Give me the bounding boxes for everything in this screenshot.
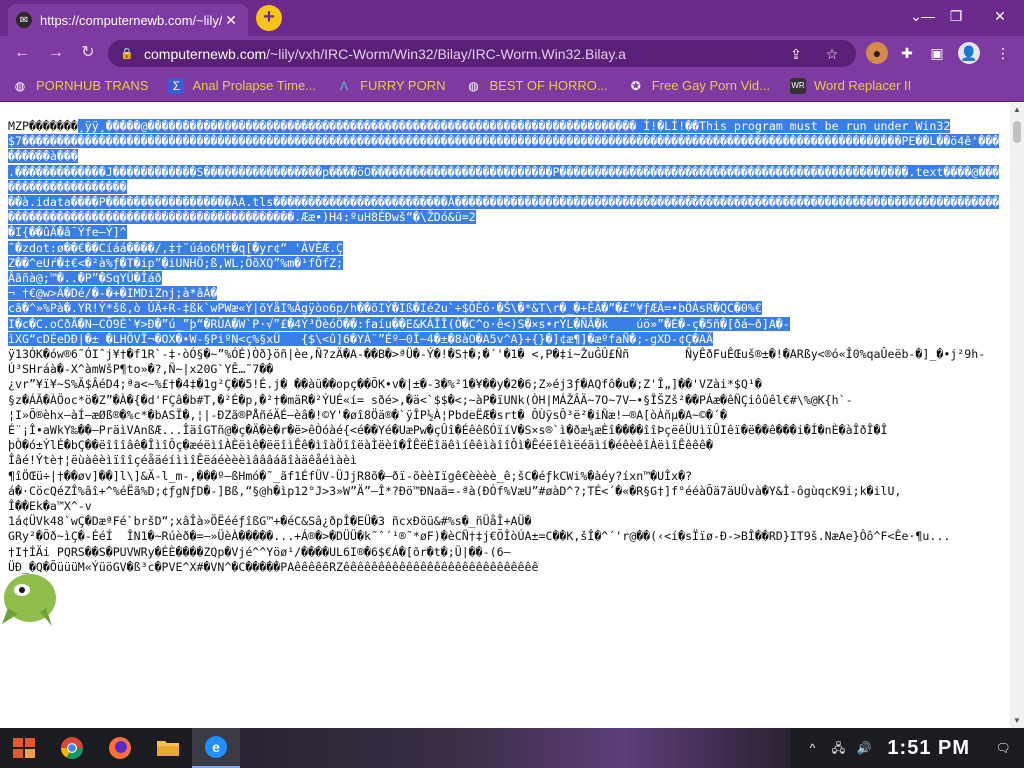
binary-text[interactable]: MZP�������¸ÿÿ¸�����@��������������������… bbox=[8, 119, 1002, 575]
bookmark-item[interactable]: WR Word Replacer II bbox=[789, 77, 912, 94]
bookmark-item[interactable]: Λ FURRY PORN bbox=[336, 78, 446, 94]
lock-icon[interactable]: 🔒 bbox=[120, 47, 134, 61]
globe-icon: ◍ bbox=[14, 78, 26, 93]
chrome-icon[interactable] bbox=[48, 728, 96, 768]
url-text[interactable]: computernewb.com/~lily/vxh/IRC-Worm/Win3… bbox=[144, 46, 626, 62]
restore-button[interactable]: ❐ bbox=[936, 4, 976, 28]
selected-text: ¸ÿÿ¸�����@������������������������������… bbox=[8, 119, 1000, 346]
bookmark-label: Word Replacer II bbox=[813, 78, 912, 93]
edge-icon[interactable]: e bbox=[192, 728, 240, 768]
profile-avatar-icon[interactable]: 👤 bbox=[958, 42, 980, 64]
reload-icon[interactable]: ↻ bbox=[76, 41, 100, 65]
toolbar: ← → ↻ 🔒 computernewb.com/~lily/vxh/IRC-W… bbox=[0, 36, 1024, 70]
bookmark-item[interactable]: ◍ PORNHUB TRANS bbox=[12, 78, 149, 94]
close-window-button[interactable]: ✕ bbox=[980, 4, 1020, 28]
character-sticker-icon bbox=[2, 574, 56, 626]
url-domain: computernewb.com bbox=[144, 45, 267, 62]
bookmark-icon: Σ bbox=[168, 77, 185, 94]
share-icon[interactable]: ⇪ bbox=[786, 44, 806, 64]
bookmark-item[interactable]: Σ Anal Prolapse Time... bbox=[168, 77, 317, 94]
lambda-icon: Λ bbox=[340, 78, 349, 93]
tab-strip: ✉ https://computernewb.com/~lily/ ✕ + ⌄ … bbox=[0, 0, 1024, 36]
url-path: /~lily/vxh/IRC-Worm/Win32/Bilay/IRC-Worm… bbox=[266, 45, 626, 62]
extensions-puzzle-icon[interactable]: ✚ bbox=[896, 42, 918, 64]
tab-close-icon[interactable]: ✕ bbox=[222, 11, 240, 29]
back-arrow-icon[interactable]: ← bbox=[10, 41, 34, 65]
network-icon[interactable]: 🖧 bbox=[829, 739, 847, 757]
taskbar-wallpaper bbox=[240, 728, 792, 768]
side-panel-icon[interactable]: ▣ bbox=[926, 42, 948, 64]
tab-title: https://computernewb.com/~lily/ bbox=[40, 12, 222, 28]
scroll-up-arrow-icon[interactable]: ▲ bbox=[1010, 103, 1024, 117]
bookmarks-bar: ◍ PORNHUB TRANS Σ Anal Prolapse Time... ΛF… bbox=[0, 70, 1024, 102]
binary-rest: ÿ13ÓK�ów®6˜ÓIˆj¥†�f1R`-‡·òÓ§�~”%ÓÉ)Òð}öñ… bbox=[8, 347, 986, 574]
star-icon[interactable]: ☆ bbox=[822, 44, 842, 64]
wr-icon: WR bbox=[789, 77, 806, 94]
new-tab-button[interactable]: + bbox=[256, 5, 282, 31]
notifications-icon[interactable]: 🗨 bbox=[994, 739, 1012, 757]
globe-icon: ◍ bbox=[468, 78, 479, 93]
firefox-icon[interactable] bbox=[96, 728, 144, 768]
start-logo-icon bbox=[13, 738, 35, 758]
firefox-logo bbox=[109, 737, 131, 759]
chrome-logo bbox=[61, 737, 83, 759]
bookmark-label: PORNHUB TRANS bbox=[36, 78, 149, 93]
volume-icon[interactable]: 🔊 bbox=[855, 739, 873, 757]
file-explorer-logo bbox=[157, 741, 179, 756]
clock[interactable]: 1:51 PM bbox=[887, 737, 970, 760]
bookmark-item[interactable]: ◍ BEST OF HORRO... bbox=[466, 78, 608, 94]
svg-text:e: e bbox=[212, 739, 220, 755]
bookmark-label: BEST OF HORRO... bbox=[489, 78, 608, 93]
address-bar[interactable]: 🔒 computernewb.com/~lily/vxh/IRC-Worm/Wi… bbox=[108, 40, 856, 67]
page-content[interactable]: MZP�������¸ÿÿ¸�����@��������������������… bbox=[0, 103, 1010, 728]
vertical-scrollbar[interactable]: ▲ ▼ bbox=[1010, 103, 1024, 728]
taskbar: e ^ 🖧 🔊 1:51 PM 🗨 bbox=[0, 728, 1024, 768]
browser-window: ✉ https://computernewb.com/~lily/ ✕ + ⌄ … bbox=[0, 0, 1024, 728]
menu-kebab-icon[interactable]: ⋮ bbox=[992, 42, 1014, 64]
scroll-thumb[interactable] bbox=[1013, 121, 1021, 143]
tab-active[interactable]: ✉ https://computernewb.com/~lily/ ✕ bbox=[8, 4, 248, 36]
scroll-down-arrow-icon[interactable]: ▼ bbox=[1010, 714, 1024, 728]
edge-logo: e bbox=[205, 736, 227, 758]
badge-icon: ✪ bbox=[630, 78, 641, 93]
extension-profile-icon[interactable]: ● bbox=[866, 42, 888, 64]
bookmark-item[interactable]: ✪ Free Gay Porn Vid... bbox=[628, 78, 770, 94]
chevron-up-icon[interactable]: ^ bbox=[803, 739, 821, 757]
folder-icon[interactable] bbox=[144, 728, 192, 768]
bookmark-label: FURRY PORN bbox=[360, 78, 446, 93]
tab-favicon-icon: ✉ bbox=[16, 12, 32, 28]
system-tray: ^ 🖧 🔊 1:51 PM 🗨 bbox=[791, 728, 1024, 768]
binary-header: MZP������� bbox=[8, 119, 78, 133]
forward-arrow-icon[interactable]: → bbox=[44, 41, 68, 65]
start-button[interactable] bbox=[0, 728, 48, 768]
bookmark-label: Free Gay Porn Vid... bbox=[651, 78, 770, 93]
bookmark-label: Anal Prolapse Time... bbox=[192, 78, 317, 93]
